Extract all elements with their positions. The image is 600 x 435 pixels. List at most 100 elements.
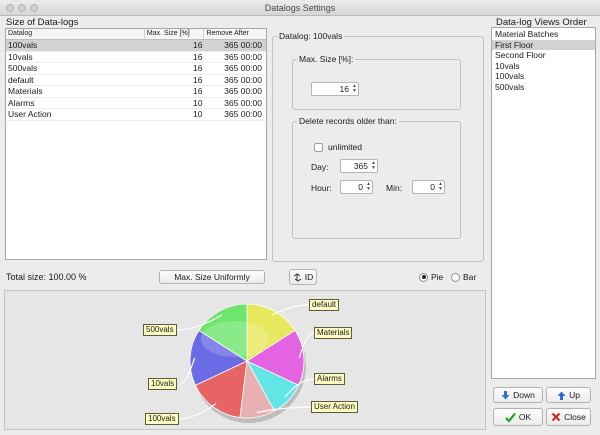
cell-datalog: default	[8, 74, 34, 85]
window-titlebar: Datalogs Settings	[0, 0, 600, 16]
cell-remove-after: 365 00:00	[224, 51, 262, 62]
minimize-window-icon[interactable]	[18, 4, 26, 12]
table-row[interactable]: 500vals 16 365 00:00	[6, 63, 266, 75]
cell-datalog: Alarms	[8, 97, 35, 108]
list-item[interactable]: 100vals	[492, 71, 595, 82]
pie-label: Alarms	[314, 373, 345, 385]
list-item[interactable]: 500vals	[492, 82, 595, 93]
close-button[interactable]: Close	[546, 408, 591, 426]
ok-label: OK	[518, 412, 532, 422]
move-down-button[interactable]: Down	[493, 387, 543, 403]
radio-bar[interactable]: Bar	[451, 272, 476, 282]
min-label: Min:	[386, 183, 403, 193]
list-item[interactable]: 10vals	[492, 61, 595, 72]
checkmark-icon	[505, 412, 516, 423]
table-row[interactable]: User Action 10 365 00:00	[6, 109, 266, 121]
pie-gloss	[201, 321, 269, 357]
spinner-arrows-icon[interactable]: ▲ ▼	[365, 181, 372, 193]
spinner-arrows-icon[interactable]: ▲ ▼	[437, 181, 444, 193]
table-row[interactable]: 10vals 16 365 00:00	[6, 51, 266, 63]
zoom-window-icon[interactable]	[30, 4, 38, 12]
table-row[interactable]: Alarms 10 365 00:00	[6, 97, 266, 109]
pie-label: 500vals	[143, 324, 177, 336]
pie-label: Materials	[314, 327, 353, 339]
window-controls	[6, 4, 38, 12]
hour-spinner[interactable]: 0 ▲ ▼	[340, 180, 373, 194]
close-icon	[551, 412, 561, 422]
radio-pie-indicator[interactable]	[419, 272, 428, 282]
radio-pie[interactable]: Pie	[419, 272, 443, 282]
close-window-icon[interactable]	[6, 4, 14, 12]
total-size-label: Total size: 100.00 %	[6, 272, 87, 282]
datalogs-table: Datalog Max. Size [%] Remove After 100va…	[5, 28, 267, 260]
max-size-label: Max. Size [%]:	[297, 54, 356, 64]
arrow-down-icon	[501, 390, 510, 399]
table-body: 100vals 16 365 00:00 10vals 16 365 00:00 500va…	[6, 40, 266, 121]
pie-label: default	[309, 299, 340, 311]
cell-max-size: 16	[192, 86, 203, 96]
column-header-datalog[interactable]: Datalog	[6, 29, 145, 39]
spinner-arrows-icon[interactable]: ▲ ▼	[370, 160, 377, 172]
min-value[interactable]: 0	[413, 182, 437, 192]
column-header-remove-after[interactable]: Remove After	[204, 29, 266, 39]
cell-max-size: 16	[192, 51, 203, 62]
cell-remove-after: 365 00:00	[224, 40, 262, 50]
cell-remove-after: 365 00:00	[224, 74, 262, 85]
pie-label: 100vals	[145, 413, 179, 425]
unlimited-checkbox[interactable]	[314, 142, 323, 152]
move-down-label: Down	[513, 390, 535, 400]
cell-max-size: 10	[192, 97, 203, 108]
day-label: Day:	[311, 162, 329, 172]
cell-datalog: 500vals	[8, 63, 38, 73]
sort-by-id-label: ID	[304, 272, 314, 282]
unlimited-checkbox-row[interactable]: unlimited	[314, 142, 362, 152]
cell-remove-after: 365 00:00	[224, 86, 262, 96]
radio-bar-indicator[interactable]	[451, 272, 460, 282]
datalog-detail-title: Datalog: 100vals	[277, 31, 345, 41]
hour-value[interactable]: 0	[341, 182, 365, 192]
spinner-arrows-icon[interactable]: ▲ ▼	[351, 83, 358, 95]
cell-max-size: 10	[192, 109, 203, 119]
radio-bar-label: Bar	[463, 272, 477, 282]
max-size-uniformly-button[interactable]: Max. Size Uniformly	[159, 270, 265, 284]
column-header-max-size[interactable]: Max. Size [%]	[145, 29, 205, 39]
views-order-list: Material Batches First Floor Second Floor 1…	[491, 27, 596, 379]
close-label: Close	[564, 412, 586, 422]
radio-pie-label: Pie	[431, 272, 444, 282]
cell-remove-after: 365 00:00	[224, 63, 262, 73]
list-item[interactable]: Material Batches	[492, 29, 595, 40]
cell-remove-after: 365 00:00	[224, 109, 262, 119]
cell-max-size: 16	[192, 63, 203, 73]
cell-datalog: 10vals	[8, 51, 33, 62]
min-spinner[interactable]: 0 ▲ ▼	[412, 180, 445, 194]
move-up-label: Up	[569, 390, 580, 400]
datalogs-section-title: Size of Data-logs	[6, 17, 79, 28]
window-title: Datalogs Settings	[264, 3, 336, 13]
datalog-size-chart-panel: default Materials Alarms User Action 100vals…	[4, 290, 486, 430]
max-size-value[interactable]: 16	[312, 84, 351, 94]
hour-label: Hour:	[311, 183, 332, 193]
move-up-button[interactable]: Up	[546, 387, 591, 403]
sort-by-id-button[interactable]: ID	[289, 269, 317, 285]
cell-datalog: Materials	[8, 86, 43, 96]
ok-button[interactable]: OK	[493, 408, 543, 426]
cell-datalog: User Action	[8, 109, 52, 119]
list-item[interactable]: Second Floor	[492, 50, 595, 61]
cell-max-size: 16	[192, 74, 203, 85]
max-size-spinner[interactable]: 16 ▲ ▼	[311, 82, 359, 96]
table-row[interactable]: Materials 16 365 00:00	[6, 86, 266, 98]
arrow-up-icon	[557, 391, 566, 400]
day-value[interactable]: 365	[341, 161, 370, 171]
pie-chart	[174, 303, 315, 423]
pie-label: User Action	[311, 401, 358, 413]
table-row[interactable]: default 16 365 00:00	[6, 74, 266, 86]
day-spinner[interactable]: 365 ▲ ▼	[340, 159, 378, 173]
pie-label: 10vals	[148, 378, 178, 390]
table-header: Datalog Max. Size [%] Remove After	[6, 29, 266, 40]
unlimited-label: unlimited	[328, 142, 363, 152]
views-order-items: Material Batches First Floor Second Floor 1…	[492, 28, 595, 92]
table-row[interactable]: 100vals 16 365 00:00	[6, 40, 266, 52]
sort-icon	[293, 272, 302, 282]
list-item[interactable]: First Floor	[492, 39, 595, 50]
cell-remove-after: 365 00:00	[224, 97, 262, 108]
